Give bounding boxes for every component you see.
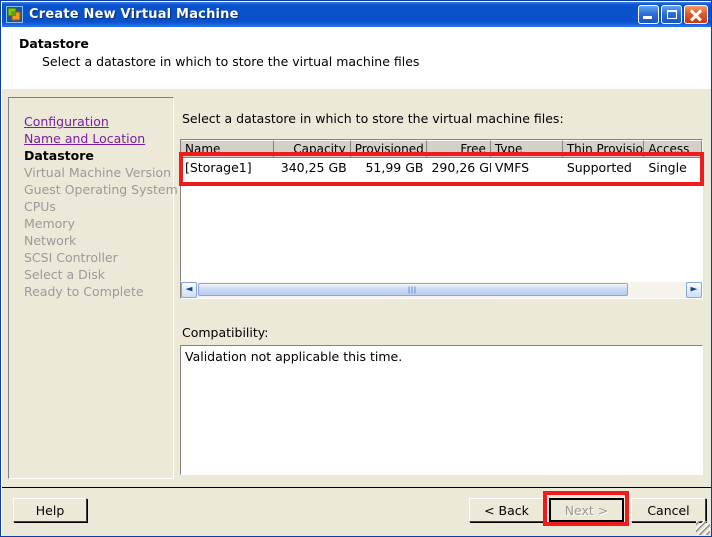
page-title: Datastore <box>19 36 89 51</box>
create-new-virtual-machine-window: Create New Virtual Machine Datastore Sel… <box>0 0 712 537</box>
sidebar-item-virtual-machine-version: Virtual Machine Version <box>24 165 172 180</box>
scroll-left-button[interactable]: ◄ <box>181 282 197 298</box>
column-header-provisioned[interactable]: Provisioned <box>350 140 428 157</box>
column-header-type[interactable]: Type <box>490 140 563 157</box>
compatibility-message: Validation not applicable this time. <box>185 349 403 364</box>
sidebar-item-select-a-disk: Select a Disk <box>24 267 106 282</box>
select-datastore-label: Select a datastore in which to store the… <box>182 111 564 126</box>
wizard-body: Configuration Name and Location Datastor… <box>2 89 711 487</box>
table-horizontal-scrollbar[interactable]: ◄ ► <box>180 282 703 299</box>
maximize-button[interactable] <box>661 5 682 24</box>
table-row[interactable]: [Storage1] 340,25 GB 51,99 GB 290,26 GB … <box>181 158 702 177</box>
sidebar-item-cpus: CPUs <box>24 199 56 214</box>
column-header-free[interactable]: Free <box>427 140 491 157</box>
close-button[interactable] <box>684 5 708 24</box>
vm-app-icon <box>6 6 23 23</box>
scroll-right-button[interactable]: ► <box>686 282 702 298</box>
wizard-step-list: Configuration Name and Location Datastor… <box>24 113 178 300</box>
minimize-button[interactable] <box>638 5 659 24</box>
cell-provisioned: 51,99 GB <box>365 160 424 175</box>
sidebar-item-scsi-controller: SCSI Controller <box>24 250 118 265</box>
maximize-icon <box>667 10 677 19</box>
title-bar[interactable]: Create New Virtual Machine <box>2 2 711 27</box>
scrollbar-track[interactable] <box>197 282 686 298</box>
page-subtitle: Select a datastore in which to store the… <box>42 54 420 69</box>
help-button[interactable]: Help <box>13 498 87 522</box>
cell-free: 290,26 GB <box>431 160 490 175</box>
compatibility-label: Compatibility: <box>182 325 269 340</box>
column-header-capacity[interactable]: Capacity <box>273 140 351 157</box>
wizard-step-nav: Configuration Name and Location Datastor… <box>8 97 178 479</box>
resize-grip-icon[interactable] <box>696 521 710 535</box>
scrollbar-grip-icon <box>408 286 418 293</box>
window-controls <box>638 5 708 24</box>
sidebar-item-network: Network <box>24 233 77 248</box>
window-title: Create New Virtual Machine <box>29 7 239 22</box>
minimize-icon <box>643 16 652 19</box>
chevron-right-icon: ► <box>690 284 698 295</box>
compatibility-box: Validation not applicable this time. <box>180 345 703 475</box>
sidebar-item-name-and-location[interactable]: Name and Location <box>24 130 169 147</box>
sidebar-item-configuration[interactable]: Configuration <box>24 113 169 130</box>
sidebar-item-guest-operating-system: Guest Operating System <box>24 182 178 197</box>
scrollbar-thumb[interactable] <box>198 283 628 296</box>
column-header-name[interactable]: Name <box>181 140 274 157</box>
chevron-left-icon: ◄ <box>185 284 193 295</box>
table-header-row: Name Capacity Provisioned Free Type Thin… <box>181 140 702 158</box>
column-header-access[interactable]: Access <box>644 140 702 157</box>
cell-capacity: 340,25 GB <box>280 160 347 175</box>
cancel-button[interactable]: Cancel <box>631 498 706 522</box>
cell-type: VMFS <box>494 160 530 175</box>
sidebar-item-datastore[interactable]: Datastore <box>24 147 169 164</box>
datastore-table[interactable]: Name Capacity Provisioned Free Type Thin… <box>180 139 703 282</box>
column-header-thin-provisioning[interactable]: Thin Provisioning <box>562 140 645 157</box>
datastore-panel: Select a datastore in which to store the… <box>180 97 704 479</box>
wizard-header: Datastore Select a datastore in which to… <box>2 27 711 89</box>
wizard-footer: Help < Back Next > Cancel <box>2 487 711 536</box>
cell-thin-provisioning: Supported <box>566 160 632 175</box>
cell-access: Single <box>648 160 687 175</box>
cell-name: [Storage1] <box>185 160 252 175</box>
next-button[interactable]: Next > <box>549 498 624 522</box>
back-button[interactable]: < Back <box>469 498 544 522</box>
sidebar-item-ready-to-complete: Ready to Complete <box>24 284 144 299</box>
sidebar-item-memory: Memory <box>24 216 75 231</box>
